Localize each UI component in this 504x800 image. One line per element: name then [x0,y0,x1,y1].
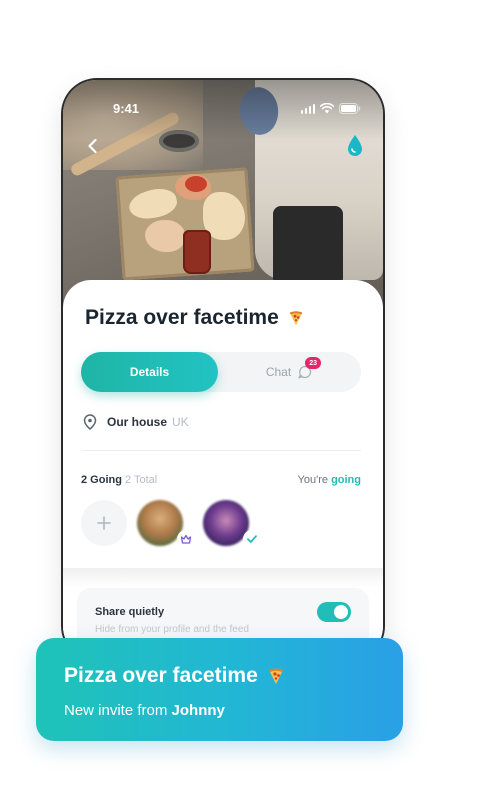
share-title: Share quietly [95,606,165,618]
rsvp-status[interactable]: You're going [298,474,361,486]
location-country: UK [172,415,189,429]
crown-badge-icon [177,530,195,548]
notification-title-row: Pizza over facetime [64,664,286,688]
status-icons [300,103,362,114]
back-chevron-icon[interactable] [83,136,103,156]
pizza-icon [289,311,303,326]
event-details-card: Pizza over facetime Details Chat 23 Our … [63,280,383,660]
tab-details-label: Details [129,365,170,379]
water-drop-icon[interactable] [343,132,367,160]
notification-subtitle: New invite from Johnny [64,702,225,719]
section-separator [63,568,383,588]
chat-unread-badge: 23 [305,357,322,369]
chat-bubble-icon: 23 [297,357,322,380]
attendance-row: 2 Going 2 Total You're going [81,474,361,486]
signal-icon [300,104,315,114]
attendee-list [81,500,261,548]
pizza-icon [268,668,283,684]
tab-chat[interactable]: Chat 23 [218,352,361,392]
location-row[interactable]: Our house UK [83,414,189,430]
event-tabs: Details Chat 23 [81,352,361,392]
plus-icon [97,516,111,530]
add-attendee-button[interactable] [81,500,127,546]
share-description: Hide from your profile and the feed [95,624,249,635]
battery-icon [339,103,361,114]
rsvp-going: going [331,474,361,486]
event-title: Pizza over facetime [85,306,279,329]
check-badge-icon [243,530,261,548]
notification-title: Pizza over facetime [64,664,258,687]
share-quietly-toggle[interactable] [317,602,351,622]
going-count: 2 Going [81,474,122,486]
notification-subtitle-prefix: New invite from [64,702,168,719]
tab-chat-label: Chat [265,365,292,379]
wifi-icon [320,103,334,114]
event-title-row: Pizza over facetime [85,306,305,330]
phone-frame: 9:41 Pizza over facetime Details Chat 23… [63,80,383,660]
rsvp-prefix: You're [297,474,328,486]
divider [83,450,361,451]
total-count: 2 Total [125,474,158,486]
invite-notification[interactable]: Pizza over facetime New invite from John… [36,638,403,741]
location-pin-icon [83,414,97,430]
notification-sender: Johnny [171,702,225,719]
location-name: Our house [107,415,168,429]
status-time: 9:41 [113,101,140,116]
tab-details[interactable]: Details [81,352,218,392]
